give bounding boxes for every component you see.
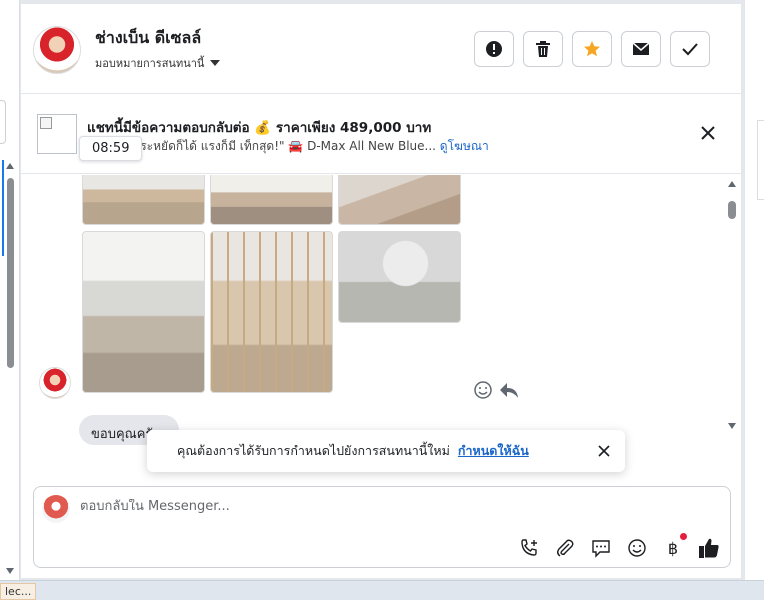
- chat-scroll-up[interactable]: [728, 181, 736, 187]
- conversation-panel: ช่างเบ็น ดีเซลล์ มอบหมายการสนทนานี้ แชทน…: [20, 4, 742, 578]
- phone-add-icon: [521, 539, 537, 556]
- chat-scroll-down[interactable]: [728, 423, 736, 429]
- taskbar: lec...: [0, 580, 764, 600]
- checkmark-icon: [682, 43, 698, 56]
- reply-input[interactable]: [80, 499, 680, 514]
- contact-avatar[interactable]: [33, 26, 81, 74]
- alert-icon: [486, 41, 502, 57]
- emoji-button[interactable]: [626, 537, 648, 559]
- chat-scrollbar[interactable]: [727, 179, 737, 429]
- close-ad-bar-button[interactable]: [699, 124, 717, 142]
- close-icon: [598, 445, 610, 457]
- notification-dot: [680, 533, 687, 540]
- right-panel-sliver: [757, 120, 764, 200]
- photo-attachment[interactable]: [338, 231, 461, 323]
- photo-attachment[interactable]: [338, 175, 461, 225]
- conversation-header: ช่างเบ็น ดีเซลล์ มอบหมายการสนทนานี้: [21, 4, 741, 94]
- photo-attachment[interactable]: [82, 231, 205, 393]
- right-panel-edge: [744, 0, 764, 580]
- report-spam-button[interactable]: [474, 31, 514, 67]
- chevron-down-icon: [210, 60, 221, 66]
- mark-done-button[interactable]: [670, 31, 710, 67]
- photo-attachment[interactable]: [82, 175, 205, 225]
- agent-avatar: [42, 495, 70, 523]
- photo-attachment[interactable]: [210, 231, 333, 393]
- assign-to-me-link[interactable]: กำหนดให้ฉัน: [458, 441, 529, 461]
- delete-button[interactable]: [523, 31, 563, 67]
- payment-button[interactable]: ฿: [662, 533, 687, 559]
- toast-message: คุณต้องการได้รับการกำหนดไปยังการสนทนานี้…: [177, 443, 450, 458]
- mark-unread-button[interactable]: [621, 31, 661, 67]
- ad-context-bar: แชทนี้มีข้อความตอบกลับต่อ 💰 ราคาเพียง 48…: [21, 94, 741, 174]
- app-frame: ช่างเบ็น ดีเซลล์ มอบหมายการสนทนานี้ แชทน…: [0, 0, 764, 600]
- assign-label: มอบหมายการสนทนานี้: [95, 57, 205, 70]
- chat-bubble-icon: [592, 540, 610, 558]
- emoji-icon: [628, 539, 646, 557]
- emoji-react-icon[interactable]: [473, 380, 493, 400]
- view-ad-link[interactable]: ดูโฆษณา: [440, 139, 489, 153]
- ad-subtitle: "Power ประหยัดก็ได้ แรงก็มี เท็กสุด!" 🚘 …: [87, 137, 489, 156]
- close-icon: [701, 126, 715, 140]
- like-button[interactable]: [698, 537, 720, 559]
- envelope-icon: [632, 42, 650, 55]
- assign-conversation-dropdown[interactable]: มอบหมายการสนทนานี้: [95, 54, 221, 72]
- ad-title: แชทนี้มีข้อความตอบกลับต่อ 💰 ราคาเพียง 48…: [87, 120, 432, 136]
- reply-composer: ฿: [33, 486, 731, 568]
- saved-replies-button[interactable]: [590, 537, 612, 559]
- reply-icon[interactable]: [499, 380, 519, 400]
- paperclip-icon: [557, 539, 574, 557]
- taskbar-item[interactable]: lec...: [0, 583, 37, 600]
- photo-attachment[interactable]: [210, 175, 333, 225]
- left-scroll-up[interactable]: [6, 163, 14, 169]
- composer-toolbar: ฿: [518, 533, 720, 559]
- attach-button[interactable]: [554, 537, 576, 559]
- header-actions: [474, 31, 710, 67]
- trash-icon: [536, 41, 550, 57]
- star-icon: [584, 41, 600, 57]
- left-scroll-down[interactable]: [6, 568, 14, 574]
- broken-image-icon: [40, 117, 52, 129]
- message-timestamp-tooltip: 08:59: [79, 136, 143, 161]
- star-button[interactable]: [572, 31, 612, 67]
- ad-thumbnail[interactable]: [37, 114, 77, 154]
- left-panel-nub[interactable]: [0, 100, 6, 144]
- dismiss-toast-button[interactable]: [597, 444, 611, 458]
- contact-name[interactable]: ช่างเบ็น ดีเซลล์: [95, 26, 201, 51]
- call-button[interactable]: [518, 537, 540, 559]
- active-indicator: [2, 160, 4, 256]
- message-actions: [473, 380, 519, 400]
- assign-toast: คุณต้องการได้รับการกำหนดไปยังการสนทนานี้…: [147, 430, 625, 472]
- left-sidebar-strip: [0, 0, 20, 580]
- thumbs-up-icon: [699, 538, 719, 558]
- chat-scrollbar-thumb[interactable]: [728, 201, 736, 219]
- left-scrollbar-thumb[interactable]: [7, 178, 14, 368]
- baht-icon: ฿: [667, 538, 679, 558]
- sender-avatar: [39, 367, 71, 399]
